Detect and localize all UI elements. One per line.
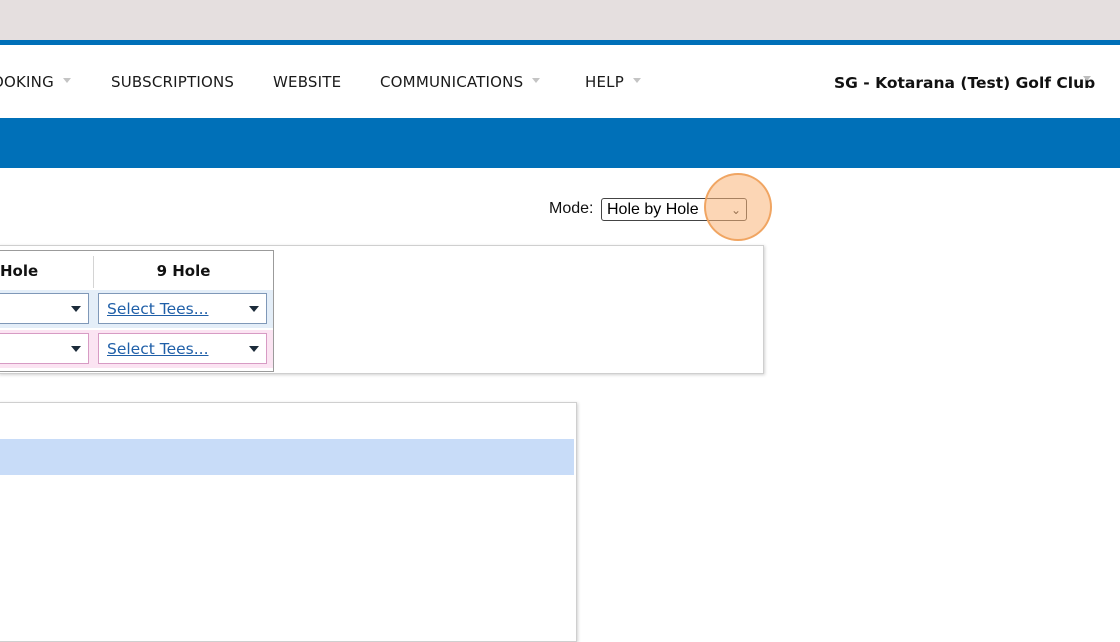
nav-item-communications[interactable]: COMMUNICATIONS (380, 45, 541, 118)
tee-select-9-hole-row-2[interactable]: Select Tees... (98, 333, 267, 364)
nav-item-help[interactable]: HELP (585, 45, 641, 118)
nav-item-label: COMMUNICATIONS (380, 73, 524, 91)
chevron-down-icon[interactable] (1083, 76, 1091, 81)
dropdown-arrow-icon (71, 306, 81, 312)
tee-select-9-hole-row-1[interactable]: Select Tees... (98, 293, 267, 324)
tee-select-18-hole-row-1[interactable] (0, 293, 89, 324)
nav-item-label: SUBSCRIPTIONS (111, 73, 235, 91)
mode-select[interactable]: Hole by Hole ⌄ (601, 198, 747, 221)
chevron-down-icon (632, 78, 641, 83)
column-header-hole: Hole (0, 262, 39, 280)
page-header-band (0, 118, 1120, 168)
mode-label: Mode: (549, 200, 594, 217)
dropdown-arrow-icon (249, 346, 259, 352)
nav-item-booking[interactable]: OOKING (0, 45, 71, 118)
nav-item-label: HELP (585, 73, 624, 91)
nav-item-subscriptions[interactable]: SUBSCRIPTIONS (111, 45, 234, 118)
tee-select-18-hole-row-2[interactable] (0, 333, 89, 364)
browser-chrome (0, 0, 1120, 40)
chevron-down-icon (62, 78, 71, 83)
lower-list-panel (0, 402, 577, 642)
select-tees-link[interactable]: Select Tees... (107, 294, 209, 324)
club-name-menu[interactable]: SG - Kotarana (Test) Golf Club (834, 45, 1095, 122)
chevron-down-icon (532, 78, 541, 83)
dropdown-arrow-icon (71, 346, 81, 352)
mode-select-value: Hole by Hole (607, 201, 699, 218)
nav-item-label: OOKING (0, 73, 54, 91)
main-navbar: OOKING SUBSCRIPTIONS WEBSITE COMMUNICATI… (0, 45, 1120, 118)
nav-item-label: WEBSITE (273, 73, 342, 91)
nav-item-website[interactable]: WEBSITE (273, 45, 341, 118)
column-header-9-hole: 9 Hole (156, 262, 211, 280)
dropdown-arrow-icon (249, 306, 259, 312)
chevron-down-icon: ⌄ (730, 203, 741, 217)
select-tees-link[interactable]: Select Tees... (107, 334, 209, 364)
selected-list-row[interactable] (0, 439, 574, 475)
